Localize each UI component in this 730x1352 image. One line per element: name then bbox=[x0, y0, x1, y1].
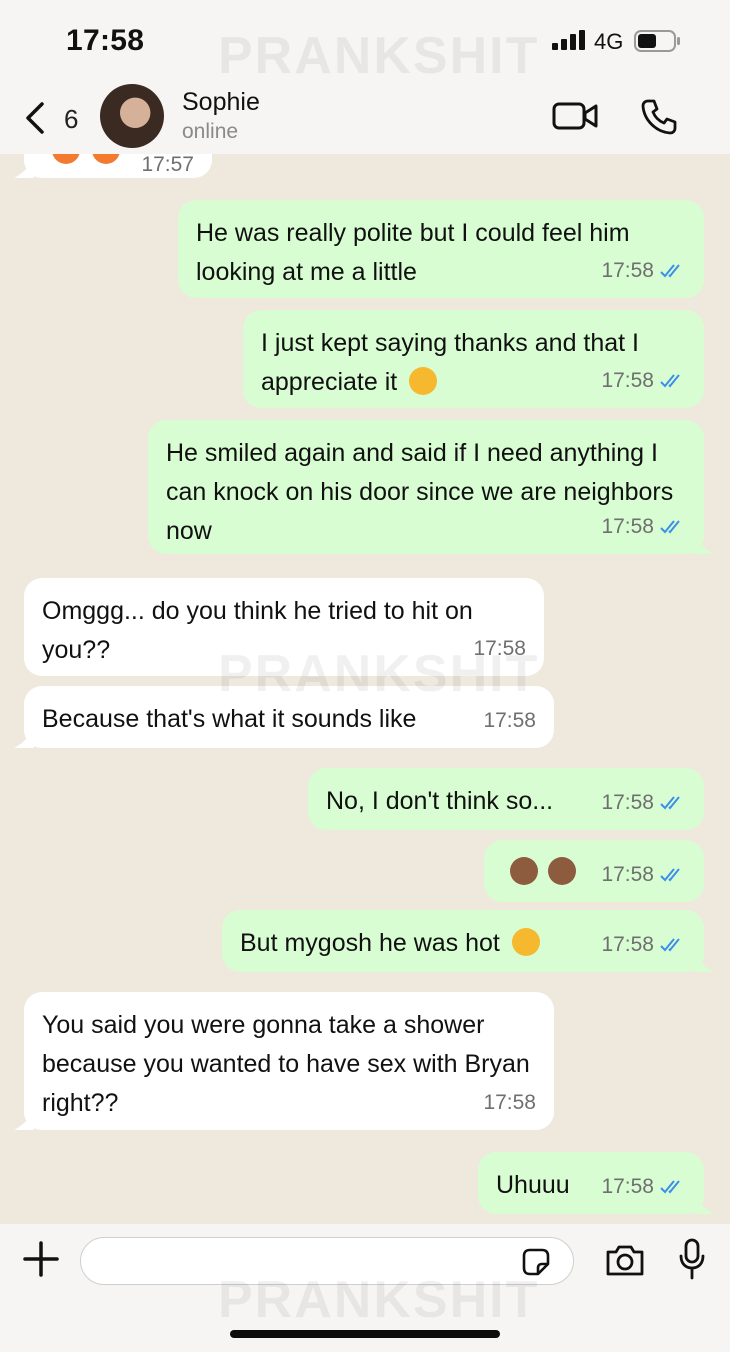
message-text: Omggg... do you think he tried to hit on… bbox=[42, 597, 473, 664]
message-time: 17:58 bbox=[473, 637, 526, 660]
message-time: 17:58 bbox=[601, 1175, 654, 1198]
message-time: 17:58 bbox=[601, 933, 654, 956]
message-outgoing[interactable]: 17:58 bbox=[484, 840, 704, 902]
bubble-tail bbox=[14, 1110, 34, 1130]
message-outgoing[interactable]: I just kept saying thanks and that I app… bbox=[243, 310, 704, 408]
read-double-tick-icon bbox=[660, 1179, 680, 1193]
read-double-tick-icon bbox=[660, 867, 680, 881]
signal-icon bbox=[552, 30, 585, 50]
plus-icon[interactable] bbox=[22, 1240, 60, 1278]
message-outgoing[interactable]: He was really polite but I could feel hi… bbox=[178, 200, 704, 298]
bubble-tail bbox=[14, 158, 34, 178]
message-time: 17:58 bbox=[601, 259, 654, 282]
bubble-tail bbox=[694, 534, 714, 554]
camera-icon[interactable] bbox=[604, 1242, 646, 1278]
face-savoring-food-emoji bbox=[511, 928, 540, 956]
message-incoming[interactable]: 17:57 bbox=[14, 154, 212, 178]
chevron-left-icon[interactable] bbox=[22, 100, 50, 136]
message-outgoing[interactable]: But mygosh he was hot 17:58 bbox=[222, 910, 714, 972]
read-double-tick-icon bbox=[660, 519, 680, 533]
message-time: 17:58 bbox=[601, 863, 654, 886]
message-composer: PRANKSHIT bbox=[0, 1224, 730, 1352]
message-time: 17:58 bbox=[483, 1091, 536, 1114]
message-incoming[interactable]: Because that's what it sounds like 17:58 bbox=[14, 686, 554, 748]
status-bar: 17:58 4G bbox=[0, 0, 730, 80]
message-outgoing[interactable]: No, I don't think so... 17:58 bbox=[308, 768, 704, 830]
message-incoming[interactable]: You said you were gonna take a shower be… bbox=[14, 992, 554, 1130]
status-time: 17:58 bbox=[66, 24, 145, 57]
message-incoming[interactable]: Omggg... do you think he tried to hit on… bbox=[24, 578, 544, 676]
microphone-icon[interactable] bbox=[678, 1238, 706, 1280]
unread-count[interactable]: 6 bbox=[64, 104, 78, 135]
read-double-tick-icon bbox=[660, 263, 680, 277]
see-no-evil-monkey-emoji bbox=[510, 857, 538, 885]
message-time: 17:58 bbox=[601, 369, 654, 392]
battery-icon bbox=[634, 30, 680, 52]
network-type: 4G bbox=[594, 29, 624, 54]
message-time: 17:58 bbox=[601, 515, 654, 538]
message-text: Because that's what it sounds like bbox=[42, 705, 417, 733]
see-no-evil-monkey-emoji bbox=[548, 857, 576, 885]
chat-area[interactable]: 17:57 He was really polite but I could f… bbox=[0, 154, 730, 1224]
message-time: 17:57 bbox=[141, 154, 194, 176]
angry-face-emoji bbox=[52, 154, 80, 164]
message-outgoing[interactable]: Uhuuu 17:58 bbox=[478, 1152, 714, 1214]
contact-status: online bbox=[182, 120, 239, 143]
chat-header: 6 Sophie online bbox=[0, 80, 730, 154]
bubble-tail bbox=[14, 728, 34, 748]
read-double-tick-icon bbox=[660, 795, 680, 809]
message-input[interactable] bbox=[80, 1237, 574, 1285]
bubble-tail bbox=[694, 952, 714, 972]
read-double-tick-icon bbox=[660, 937, 680, 951]
message-outgoing[interactable]: He smiled again and said if I need anyth… bbox=[148, 420, 714, 554]
message-text: You said you were gonna take a shower be… bbox=[42, 1011, 530, 1117]
read-double-tick-icon bbox=[660, 373, 680, 387]
video-call-icon[interactable] bbox=[552, 100, 600, 132]
bubble-tail bbox=[694, 1194, 714, 1214]
message-time: 17:58 bbox=[601, 791, 654, 814]
avatar[interactable] bbox=[100, 84, 164, 148]
contact-name[interactable]: Sophie bbox=[182, 88, 260, 117]
phone-icon[interactable] bbox=[640, 98, 678, 136]
sticker-icon[interactable] bbox=[520, 1246, 552, 1278]
grinning-sweat-emoji bbox=[409, 367, 438, 395]
home-indicator bbox=[230, 1330, 500, 1338]
message-time: 17:58 bbox=[483, 709, 536, 732]
angry-face-emoji bbox=[92, 154, 120, 164]
